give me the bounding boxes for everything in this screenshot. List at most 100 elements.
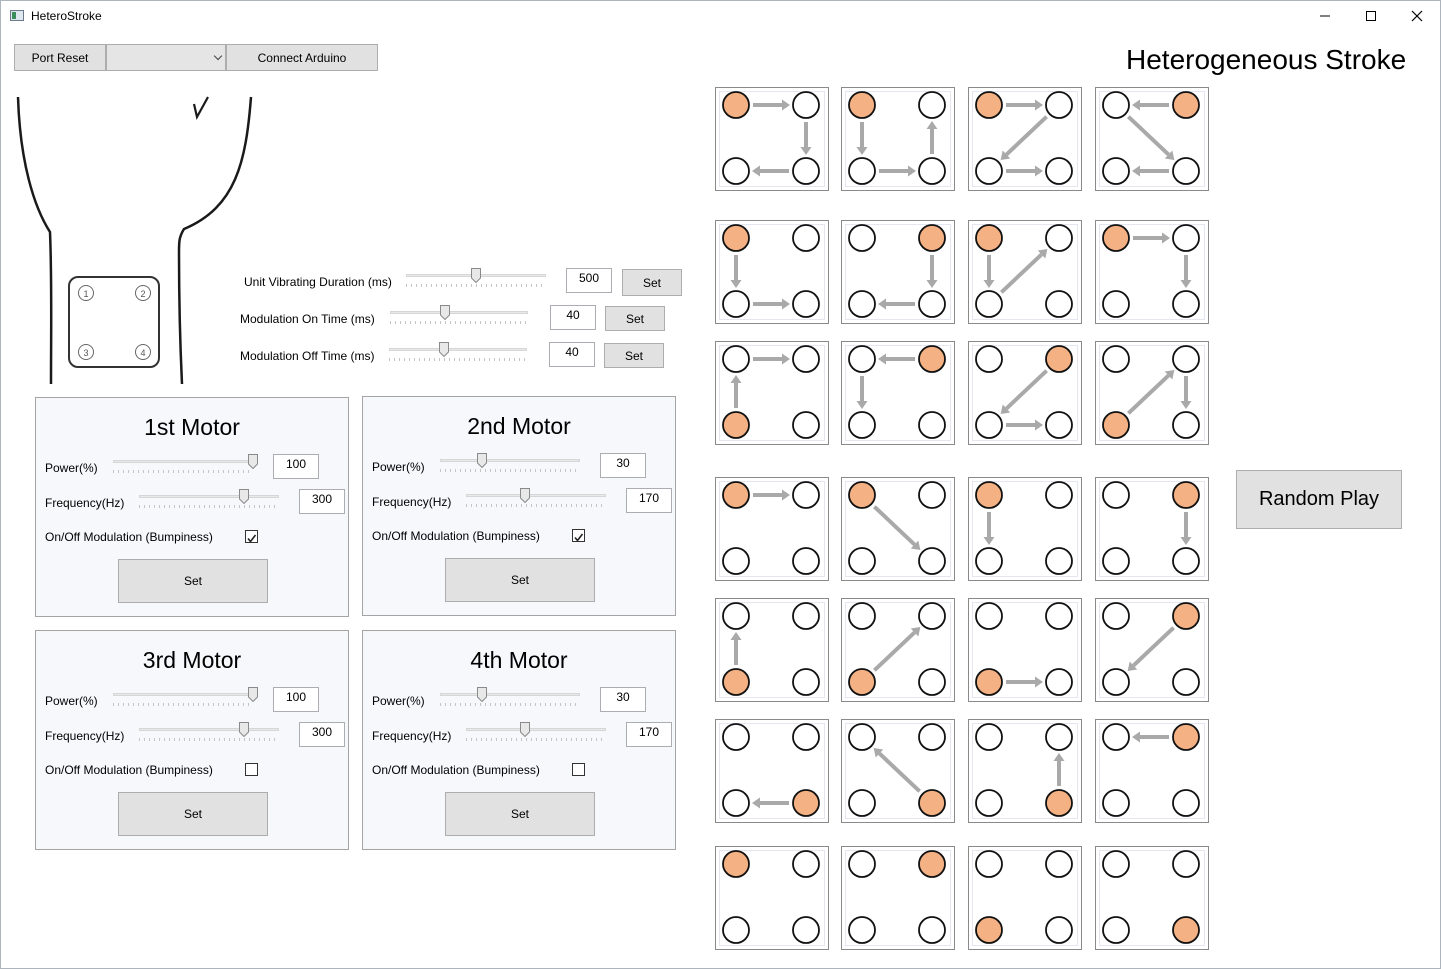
slider-thumb[interactable] bbox=[248, 687, 258, 702]
motor-3-marker bbox=[1102, 411, 1130, 439]
slider-thumb[interactable] bbox=[239, 489, 249, 504]
stroke-pattern-button[interactable] bbox=[841, 598, 955, 702]
slider-thumb[interactable] bbox=[248, 454, 258, 469]
timing-slider[interactable] bbox=[389, 342, 527, 364]
stroke-arrow bbox=[999, 253, 1043, 294]
stroke-pattern-button[interactable] bbox=[715, 719, 829, 823]
stroke-pattern-button[interactable] bbox=[841, 477, 955, 581]
stroke-pattern-button[interactable] bbox=[968, 598, 1082, 702]
stroke-pattern-button[interactable] bbox=[841, 220, 955, 324]
frequency-value-field[interactable]: 170 bbox=[626, 722, 672, 747]
stroke-pattern-diagram bbox=[722, 602, 820, 696]
power-value-field[interactable]: 100 bbox=[273, 454, 319, 479]
motor-1-marker bbox=[975, 602, 1003, 630]
stroke-pattern-button[interactable] bbox=[841, 341, 955, 445]
connect-arduino-button[interactable]: Connect Arduino bbox=[226, 44, 378, 71]
frequency-slider[interactable] bbox=[139, 489, 279, 511]
slider-thumb[interactable] bbox=[520, 488, 530, 503]
power-value-field[interactable]: 30 bbox=[600, 453, 646, 478]
timing-value-field[interactable]: 500 bbox=[566, 268, 612, 293]
stroke-pattern-button[interactable] bbox=[1095, 341, 1209, 445]
random-play-button[interactable]: Random Play bbox=[1236, 470, 1402, 529]
stroke-pattern-button[interactable] bbox=[968, 87, 1082, 191]
stroke-pattern-button[interactable] bbox=[715, 87, 829, 191]
slider-thumb[interactable] bbox=[520, 722, 530, 737]
stroke-pattern-button[interactable] bbox=[715, 341, 829, 445]
slider-ticks bbox=[466, 738, 606, 741]
slider-thumb[interactable] bbox=[477, 687, 487, 702]
stroke-pattern-button[interactable] bbox=[968, 846, 1082, 950]
stroke-pattern-button[interactable] bbox=[1095, 598, 1209, 702]
slider-thumb[interactable] bbox=[471, 268, 481, 283]
timing-set-button[interactable]: Set bbox=[604, 343, 664, 368]
stroke-pattern-button[interactable] bbox=[968, 341, 1082, 445]
stroke-pattern-button[interactable] bbox=[715, 477, 829, 581]
motor-4-marker bbox=[1045, 668, 1073, 696]
stroke-pattern-button[interactable] bbox=[968, 220, 1082, 324]
timing-slider[interactable] bbox=[406, 268, 546, 290]
motor-2-marker bbox=[1045, 345, 1073, 373]
stroke-pattern-button[interactable] bbox=[715, 598, 829, 702]
stroke-pattern-button[interactable] bbox=[841, 846, 955, 950]
motor-set-button[interactable]: Set bbox=[118, 792, 268, 836]
modulation-checkbox[interactable] bbox=[245, 763, 258, 776]
modulation-checkbox[interactable] bbox=[245, 530, 258, 543]
stroke-pattern-button[interactable] bbox=[841, 719, 955, 823]
minimize-button[interactable] bbox=[1302, 1, 1348, 31]
power-slider[interactable] bbox=[113, 454, 258, 476]
motor-3-marker bbox=[722, 411, 750, 439]
slider-thumb[interactable] bbox=[239, 722, 249, 737]
stroke-pattern-button[interactable] bbox=[968, 477, 1082, 581]
power-slider[interactable] bbox=[440, 453, 580, 475]
power-slider[interactable] bbox=[440, 687, 580, 709]
motor-set-button[interactable]: Set bbox=[445, 792, 595, 836]
frequency-slider[interactable] bbox=[466, 488, 606, 510]
stroke-pattern-button[interactable] bbox=[1095, 477, 1209, 581]
stroke-pattern-button[interactable] bbox=[1095, 846, 1209, 950]
motor-2-marker bbox=[792, 850, 820, 878]
power-value-field[interactable]: 30 bbox=[600, 687, 646, 712]
slider-thumb[interactable] bbox=[440, 305, 450, 320]
port-reset-button[interactable]: Port Reset bbox=[14, 44, 106, 71]
power-value-field[interactable]: 100 bbox=[273, 687, 319, 712]
port-select[interactable] bbox=[106, 44, 226, 71]
stroke-pattern-button[interactable] bbox=[1095, 220, 1209, 324]
timing-set-button[interactable]: Set bbox=[622, 269, 682, 296]
modulation-checkbox[interactable] bbox=[572, 763, 585, 776]
timing-value-field[interactable]: 40 bbox=[549, 342, 595, 367]
stroke-pattern-button[interactable] bbox=[968, 719, 1082, 823]
motor-3-marker bbox=[975, 547, 1003, 575]
motor-set-button[interactable]: Set bbox=[118, 559, 268, 603]
frequency-value-field[interactable]: 300 bbox=[299, 722, 345, 747]
stroke-pattern-button[interactable] bbox=[1095, 87, 1209, 191]
timing-set-button[interactable]: Set bbox=[605, 306, 665, 331]
stroke-pattern-button[interactable] bbox=[1095, 719, 1209, 823]
frequency-value-field[interactable]: 170 bbox=[626, 488, 672, 513]
chevron-down-icon bbox=[213, 51, 223, 61]
timing-slider[interactable] bbox=[390, 305, 528, 327]
motor-2-marker bbox=[792, 602, 820, 630]
frequency-slider[interactable] bbox=[139, 722, 279, 744]
stroke-pattern-button[interactable] bbox=[841, 87, 955, 191]
motor-1-marker bbox=[722, 723, 750, 751]
power-slider[interactable] bbox=[113, 687, 258, 709]
motor-set-button[interactable]: Set bbox=[445, 558, 595, 602]
maximize-button[interactable] bbox=[1348, 1, 1394, 31]
motor-3-marker bbox=[722, 668, 750, 696]
timing-value-field[interactable]: 40 bbox=[550, 305, 596, 330]
arrowhead-icon bbox=[1180, 401, 1192, 409]
modulation-label: On/Off Modulation (Bumpiness) bbox=[45, 530, 213, 544]
frequency-slider[interactable] bbox=[466, 722, 606, 744]
motor-1-marker bbox=[1102, 481, 1130, 509]
slider-thumb[interactable] bbox=[477, 453, 487, 468]
modulation-checkbox[interactable] bbox=[572, 529, 585, 542]
close-button[interactable] bbox=[1394, 1, 1440, 31]
arrowhead-icon bbox=[1035, 99, 1043, 111]
stroke-pattern-diagram bbox=[722, 224, 820, 318]
frequency-value-field[interactable]: 300 bbox=[299, 489, 345, 514]
slider-thumb[interactable] bbox=[439, 342, 449, 357]
motor-3-marker bbox=[722, 157, 750, 185]
stroke-pattern-button[interactable] bbox=[715, 846, 829, 950]
stroke-pattern-button[interactable] bbox=[715, 220, 829, 324]
stroke-pattern-diagram bbox=[722, 850, 820, 944]
